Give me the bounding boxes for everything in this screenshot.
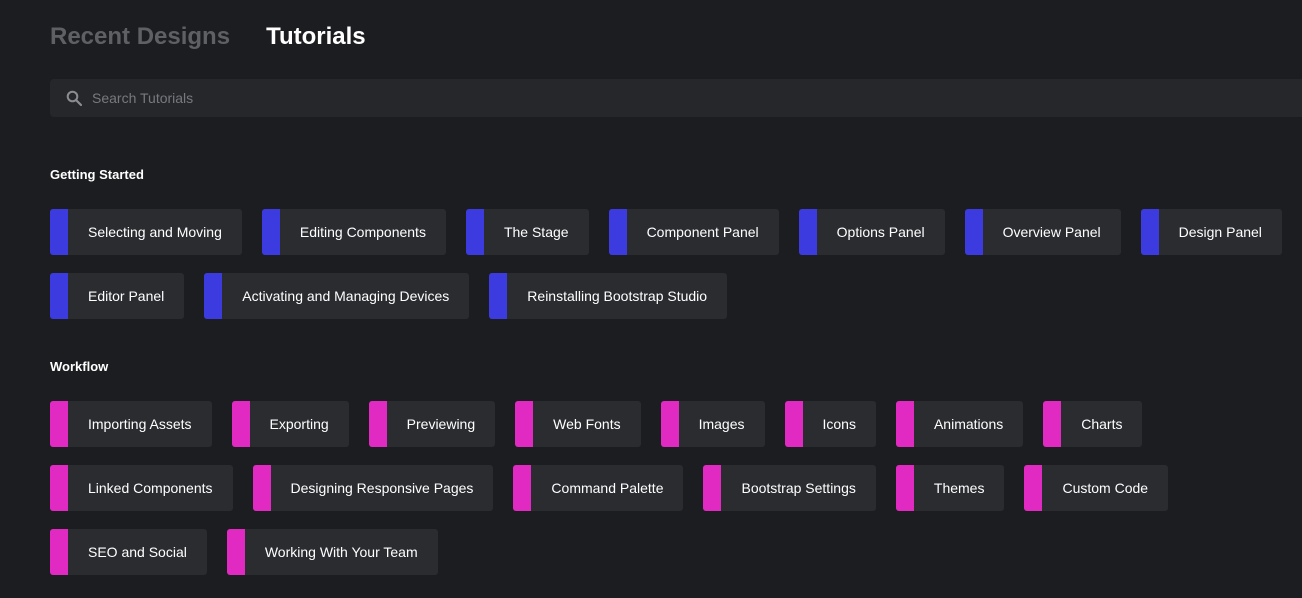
tutorial-card-charts[interactable]: Charts [1043, 401, 1143, 447]
card-accent-bar [50, 209, 68, 255]
tutorial-card-activating-and-managing-devices[interactable]: Activating and Managing Devices [204, 273, 470, 319]
tutorial-card-label: Component Panel [646, 224, 759, 240]
card-accent-bar [231, 401, 250, 447]
tutorial-card-label: Animations [933, 416, 1004, 432]
tutorial-card-label: SEO and Social [88, 544, 187, 560]
card-accent-bar [515, 401, 534, 447]
search-icon [66, 90, 82, 106]
tutorial-card-label: Editor Panel [88, 288, 165, 304]
card-accent-bar [204, 273, 223, 319]
card-accent-bar [489, 273, 508, 319]
tutorial-card-label: Activating and Managing Devices [242, 288, 450, 304]
card-accent-bar [608, 209, 627, 255]
tutorial-card-icons[interactable]: Icons [784, 401, 876, 447]
tutorial-card-images[interactable]: Images [660, 401, 765, 447]
tutorial-card-label: Linked Components [88, 480, 213, 496]
workflow-row-2: Linked Components Designing Responsive P… [50, 465, 1169, 511]
tutorial-card-label: Importing Assets [88, 416, 192, 432]
tutorial-card-design-panel[interactable]: Design Panel [1140, 209, 1282, 255]
tutorial-card-label: Custom Code [1062, 480, 1149, 496]
tutorial-card-the-stage[interactable]: The Stage [465, 209, 589, 255]
getting-started-row-2: Editor Panel Activating and Managing Dev… [50, 273, 728, 319]
workflow-row-3: SEO and Social Working With Your Team [50, 529, 438, 575]
tutorial-card-themes[interactable]: Themes [895, 465, 1005, 511]
tutorial-card-label: Options Panel [836, 224, 925, 240]
tutorial-card-animations[interactable]: Animations [895, 401, 1024, 447]
card-accent-bar [252, 465, 271, 511]
card-accent-bar [261, 209, 280, 255]
tutorial-card-component-panel[interactable]: Component Panel [608, 209, 779, 255]
card-accent-bar [895, 401, 914, 447]
tutorial-card-label: The Stage [503, 224, 569, 240]
tutorial-card-options-panel[interactable]: Options Panel [798, 209, 945, 255]
tutorial-card-label: Design Panel [1178, 224, 1262, 240]
tutorial-card-label: Reinstalling Bootstrap Studio [527, 288, 708, 304]
card-accent-bar [1024, 465, 1043, 511]
card-accent-bar [50, 529, 68, 575]
tutorial-card-label: Web Fonts [553, 416, 621, 432]
tutorial-card-label: Selecting and Moving [88, 224, 222, 240]
tutorial-card-custom-code[interactable]: Custom Code [1024, 465, 1169, 511]
tutorial-card-overview-panel[interactable]: Overview Panel [964, 209, 1121, 255]
tutorial-card-label: Themes [933, 480, 985, 496]
card-accent-bar [798, 209, 817, 255]
tutorial-card-reinstalling-bootstrap-studio[interactable]: Reinstalling Bootstrap Studio [489, 273, 728, 319]
card-accent-bar [50, 465, 68, 511]
workflow-row-1: Importing Assets Exporting Previewing We… [50, 401, 1143, 447]
tutorial-card-designing-responsive-pages[interactable]: Designing Responsive Pages [252, 465, 494, 511]
card-accent-bar [368, 401, 387, 447]
tutorial-card-selecting-and-moving[interactable]: Selecting and Moving [50, 209, 242, 255]
tutorial-card-exporting[interactable]: Exporting [231, 401, 349, 447]
search-input[interactable] [90, 89, 694, 107]
tutorial-card-label: Charts [1081, 416, 1123, 432]
tutorial-card-seo-and-social[interactable]: SEO and Social [50, 529, 207, 575]
card-accent-bar [784, 401, 803, 447]
section-title-workflow: Workflow [50, 359, 109, 374]
card-accent-bar [660, 401, 679, 447]
card-accent-bar [1140, 209, 1159, 255]
tutorial-card-label: Command Palette [551, 480, 664, 496]
tab-bar: Recent Designs Tutorials [50, 23, 366, 51]
tutorial-card-label: Bootstrap Settings [741, 480, 856, 496]
card-accent-bar [226, 529, 245, 575]
tutorial-card-label: Icons [822, 416, 856, 432]
tutorial-card-label: Working With Your Team [264, 544, 418, 560]
tutorial-card-label: Exporting [269, 416, 329, 432]
tutorial-card-bootstrap-settings[interactable]: Bootstrap Settings [703, 465, 876, 511]
tutorial-card-working-with-your-team[interactable]: Working With Your Team [226, 529, 438, 575]
card-accent-bar [513, 465, 532, 511]
tab-recent-designs[interactable]: Recent Designs [50, 23, 230, 51]
tutorial-card-linked-components[interactable]: Linked Components [50, 465, 233, 511]
tutorial-card-label: Overview Panel [1002, 224, 1101, 240]
section-title-getting-started: Getting Started [50, 167, 144, 182]
tutorial-card-editor-panel[interactable]: Editor Panel [50, 273, 185, 319]
tutorial-card-web-fonts[interactable]: Web Fonts [515, 401, 641, 447]
tutorial-card-importing-assets[interactable]: Importing Assets [50, 401, 212, 447]
card-accent-bar [1043, 401, 1062, 447]
card-accent-bar [50, 273, 68, 319]
tutorial-card-label: Previewing [406, 416, 476, 432]
card-accent-bar [465, 209, 484, 255]
tutorial-card-label: Images [698, 416, 745, 432]
tutorials-page: Recent Designs Tutorials Getting Started… [0, 0, 1302, 598]
card-accent-bar [895, 465, 914, 511]
tutorial-card-label: Editing Components [299, 224, 426, 240]
getting-started-row-1: Selecting and Moving Editing Components … [50, 209, 1282, 255]
card-accent-bar [703, 465, 722, 511]
tutorial-card-previewing[interactable]: Previewing [368, 401, 496, 447]
tutorial-card-label: Designing Responsive Pages [290, 480, 474, 496]
card-accent-bar [50, 401, 68, 447]
tutorial-card-editing-components[interactable]: Editing Components [261, 209, 446, 255]
tutorial-card-command-palette[interactable]: Command Palette [513, 465, 684, 511]
tab-tutorials[interactable]: Tutorials [266, 23, 366, 51]
search-bar [50, 79, 1302, 117]
card-accent-bar [964, 209, 983, 255]
